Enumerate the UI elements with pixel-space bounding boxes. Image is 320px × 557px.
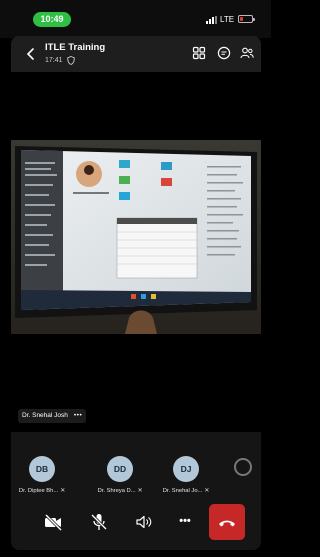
speaker-name: Dr. Snehal Josh (22, 412, 68, 419)
participant-tile[interactable]: DD Dr. Shreya D... ✕ (89, 432, 151, 498)
network-label: LTE (220, 15, 235, 24)
mic-off-icon: ✕ (60, 488, 66, 494)
loading-icon (234, 458, 252, 476)
end-call-icon (219, 520, 235, 527)
participants-strip: DB Dr. Diptee Bh... ✕ DD Dr. Shreya D... ✕… (11, 432, 261, 498)
chat-icon[interactable] (217, 46, 231, 60)
speaker-icon[interactable] (132, 510, 156, 534)
more-participants-tile[interactable] (225, 432, 261, 498)
back-icon[interactable] (22, 45, 40, 63)
meeting-title: ITLE Training (45, 42, 106, 53)
meeting-timer: 17:41 (45, 57, 63, 64)
avatar: DD (107, 456, 133, 482)
participant-tile[interactable]: DJ Dr. Snehal Jo... ✕ (155, 432, 217, 498)
status-time: 10:49 (33, 12, 71, 27)
meeting-header: ITLE Training 17:41 (11, 36, 261, 72)
grid-view-icon[interactable] (192, 46, 206, 60)
participant-name: Dr. Diptee Bh... ✕ (18, 488, 66, 494)
participant-name: Dr. Shreya D... ✕ (97, 488, 143, 494)
shield-icon (67, 56, 75, 65)
avatar: DJ (173, 456, 199, 482)
speaker-more-icon[interactable]: ••• (74, 412, 82, 419)
call-controls: ••• (11, 498, 261, 550)
shared-screen-video (11, 140, 261, 334)
active-speaker-label[interactable]: Dr. Snehal Josh ••• (18, 409, 87, 423)
participant-tile[interactable]: DB Dr. Diptee Bh... ✕ (11, 432, 73, 498)
participants-icon[interactable] (240, 46, 254, 60)
signal-icon (206, 16, 218, 24)
avatar: DB (29, 456, 55, 482)
status-bar: 10:49 LTE (0, 0, 271, 38)
monitor-photo (11, 140, 261, 334)
camera-off-icon[interactable] (41, 510, 65, 534)
battery-icon (238, 15, 255, 23)
more-icon[interactable]: ••• (173, 510, 197, 534)
end-call-button[interactable] (209, 504, 245, 540)
mic-off-icon[interactable] (87, 510, 111, 534)
participant-name: Dr. Snehal Jo... ✕ (162, 488, 210, 494)
mic-off-icon: ✕ (137, 488, 143, 494)
mic-off-icon: ✕ (204, 488, 210, 494)
